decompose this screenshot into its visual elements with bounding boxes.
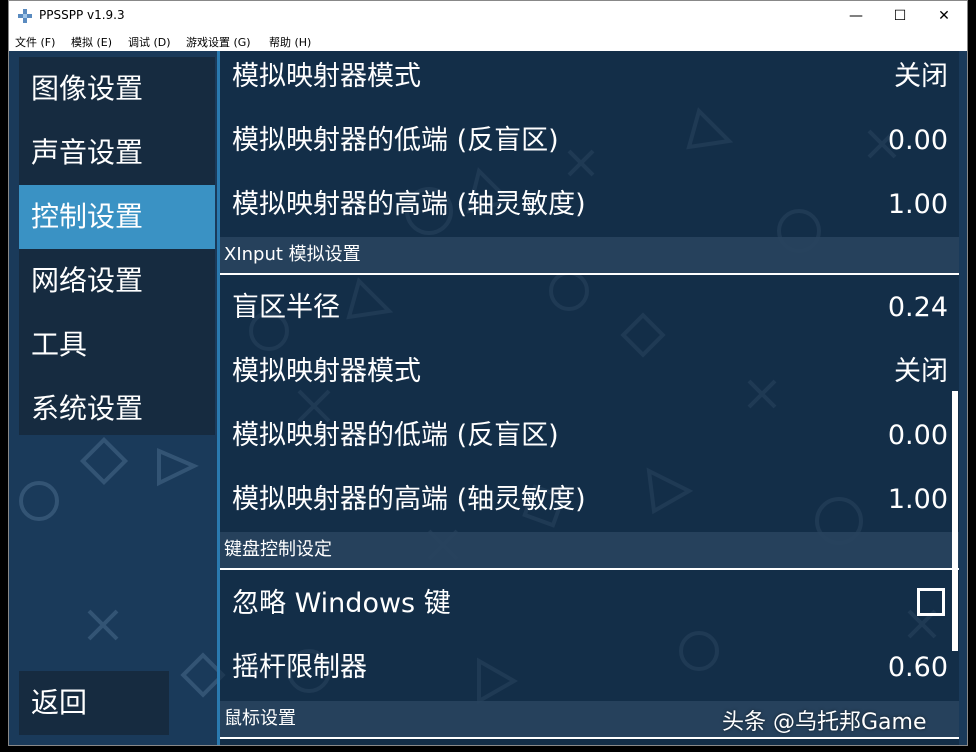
minimize-button[interactable]: —	[833, 1, 879, 31]
setting-label: 模拟映射器模式	[232, 356, 421, 387]
window-title: PPSSPP v1.9.3	[39, 8, 125, 22]
setting-value: 0.00	[887, 420, 948, 451]
back-button[interactable]: 返回	[19, 671, 169, 735]
setting-row[interactable]: 模拟映射器的低端 (反盲区) 0.00	[220, 109, 959, 173]
client-area: 图像设置 声音设置 控制设置 网络设置 工具 系统设置 返回 模拟映射器模式 关…	[9, 51, 967, 745]
setting-label: 摇杆限制器	[232, 652, 367, 683]
setting-label: 忽略 Windows 键	[232, 588, 451, 619]
setting-row[interactable]: 模拟映射器的高端 (轴灵敏度) 1.00	[220, 468, 959, 532]
menu-file[interactable]: 文件 (F)	[15, 34, 55, 50]
sidebar-item-audio[interactable]: 声音设置	[19, 121, 215, 185]
setting-row[interactable]: 模拟映射器的高端 (轴灵敏度) 1.00	[220, 173, 959, 237]
setting-value: 0.00	[887, 125, 948, 156]
sidebar-item-graphics[interactable]: 图像设置	[19, 57, 215, 121]
setting-value: 关闭	[894, 356, 948, 387]
setting-label: 模拟映射器的低端 (反盲区)	[232, 420, 559, 451]
setting-label: 模拟映射器的高端 (轴灵敏度)	[232, 484, 586, 515]
setting-value: 0.60	[887, 652, 948, 683]
sidebar-item-network[interactable]: 网络设置	[19, 249, 215, 313]
setting-row[interactable]: 模拟映射器模式 关闭	[220, 51, 959, 109]
sidebar-item-system[interactable]: 系统设置	[19, 377, 215, 441]
setting-value: 1.00	[887, 189, 948, 220]
menu-bar: 文件 (F) 模拟 (E) 调试 (D) 游戏设置 (G) 帮助 (H)	[9, 31, 967, 51]
sidebar-item-tools[interactable]: 工具	[19, 313, 215, 377]
menu-help[interactable]: 帮助 (H)	[269, 34, 311, 50]
setting-label: 盲区半径	[232, 292, 340, 323]
setting-value: 关闭	[894, 61, 948, 92]
setting-row[interactable]: 忽略 Windows 键	[220, 572, 959, 636]
setting-row[interactable]: 盲区半径 0.24	[220, 276, 959, 340]
setting-row[interactable]: 模拟映射器的低端 (反盲区) 0.00	[220, 404, 959, 468]
setting-row[interactable]: 模拟映射器模式 关闭	[220, 340, 959, 404]
menu-emulation[interactable]: 模拟 (E)	[71, 34, 112, 50]
setting-value: 0.24	[887, 292, 948, 323]
setting-label: 模拟映射器模式	[232, 61, 421, 92]
setting-value: 1.00	[887, 484, 948, 515]
setting-row[interactable]: 摇杆限制器 0.60	[220, 636, 959, 700]
ppsspp-app-icon	[18, 9, 32, 23]
section-header-keyboard: 键盘控制设定	[220, 532, 959, 570]
settings-content: 模拟映射器模式 关闭 模拟映射器的低端 (反盲区) 0.00 模拟映射器的高端 …	[217, 51, 959, 745]
setting-label: 模拟映射器的低端 (反盲区)	[232, 125, 559, 156]
settings-sidebar: 图像设置 声音设置 控制设置 网络设置 工具 系统设置	[19, 57, 215, 435]
ignore-windows-key-checkbox[interactable]	[917, 588, 945, 616]
setting-label: 模拟映射器的高端 (轴灵敏度)	[232, 189, 586, 220]
close-button[interactable]: ✕	[921, 1, 967, 31]
scrollbar[interactable]	[952, 391, 958, 651]
menu-game-settings[interactable]: 游戏设置 (G)	[186, 34, 251, 50]
watermark: 头条 @乌托邦Game	[722, 710, 927, 735]
app-window: PPSSPP v1.9.3 — ☐ ✕ 文件 (F) 模拟 (E) 调试 (D)…	[8, 0, 968, 746]
sidebar-item-controls[interactable]: 控制设置	[19, 185, 215, 249]
maximize-button[interactable]: ☐	[877, 1, 923, 31]
section-header-xinput: XInput 模拟设置	[220, 237, 959, 275]
title-bar[interactable]: PPSSPP v1.9.3 — ☐ ✕	[9, 1, 967, 31]
menu-debug[interactable]: 调试 (D)	[128, 34, 171, 50]
